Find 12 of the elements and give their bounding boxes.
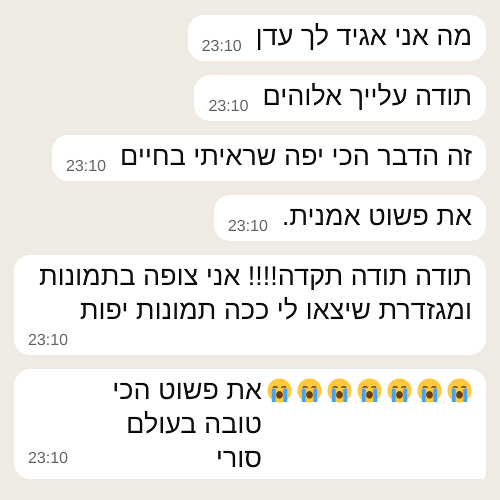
message-time: 23:10 (202, 37, 242, 57)
message-text: מה אני אגיד לך עדן (256, 21, 472, 51)
message-time: 23:10 (228, 217, 268, 237)
message-text: זה הדבר הכי יפה שראיתי בחיים (120, 141, 472, 171)
message-time: 23:10 (208, 97, 248, 117)
message-text: תודה תודה תקדה!!!! אני צופה בתמונות ומגזדרת שיצאו לי ככה תמונות יפות (38, 261, 472, 325)
message-time: 23:10 (28, 331, 70, 351)
message-text: תודה עלייך אלוהים (262, 81, 472, 111)
message-time: 23:10 (66, 157, 106, 177)
message-time: 23:10 (28, 449, 68, 469)
message-text: את פשוט הכי טובה בעולם סורי (111, 374, 262, 475)
message-text: את פשוט אמנית. (282, 201, 472, 231)
